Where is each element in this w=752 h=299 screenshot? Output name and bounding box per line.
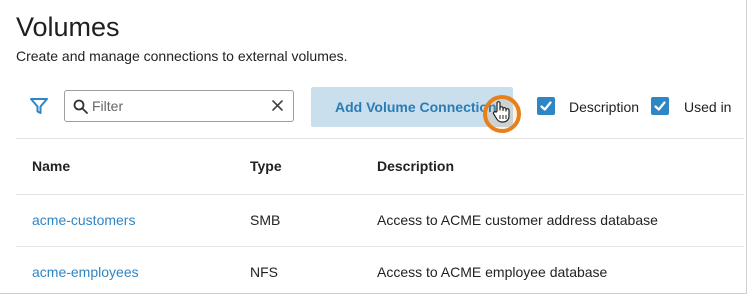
volume-description: Access to ACME customer address database <box>377 212 658 228</box>
page-subtitle: Create and manage connections to externa… <box>16 48 348 64</box>
description-column-checkbox[interactable] <box>537 97 555 115</box>
page-title: Volumes <box>16 12 120 42</box>
filter-search-box[interactable] <box>64 90 294 122</box>
add-volume-connection-button[interactable]: Add Volume Connection <box>311 87 513 127</box>
filter-input[interactable] <box>92 95 262 117</box>
volume-type: SMB <box>250 212 281 228</box>
table-row-divider <box>16 246 744 247</box>
volume-name-link[interactable]: acme-employees <box>32 264 139 280</box>
table-top-divider <box>16 138 744 139</box>
column-header-name[interactable]: Name <box>32 158 70 174</box>
clear-icon[interactable] <box>271 99 284 112</box>
used-in-column-label: Used in <box>684 99 732 115</box>
checkmark-icon <box>540 101 552 111</box>
volume-name-link[interactable]: acme-customers <box>32 212 135 228</box>
description-column-label: Description <box>569 99 640 115</box>
volume-description: Access to ACME employee database <box>377 264 608 280</box>
used-in-column-checkbox[interactable] <box>651 97 669 115</box>
volume-type: NFS <box>250 264 278 280</box>
window-frame <box>0 0 747 294</box>
filter-icon[interactable] <box>29 96 49 116</box>
search-icon <box>73 99 88 114</box>
column-header-type[interactable]: Type <box>250 158 282 174</box>
hand-cursor-icon <box>492 101 510 123</box>
table-header-divider <box>16 194 744 195</box>
checkmark-icon <box>654 101 666 111</box>
column-header-description[interactable]: Description <box>377 158 454 174</box>
